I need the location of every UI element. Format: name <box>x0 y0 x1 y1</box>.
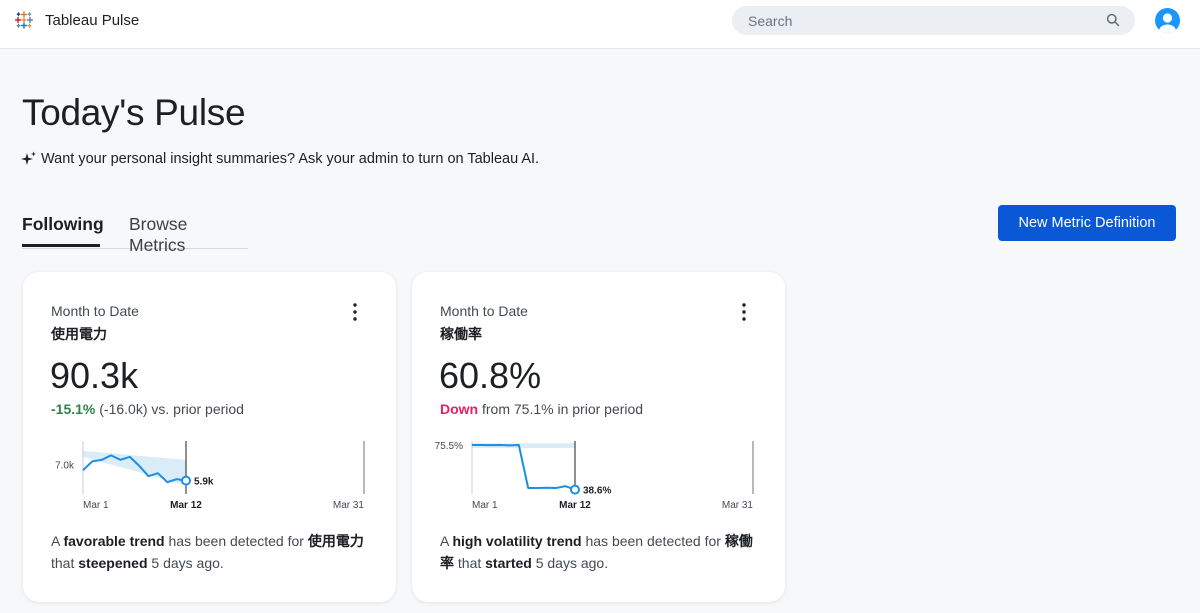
metric-change: -15.1% (-16.0k) vs. prior period <box>51 401 244 417</box>
tab-bar: Following Browse Metrics <box>22 204 248 255</box>
more-options-icon[interactable] <box>740 302 748 322</box>
metric-change: Down from 75.1% in prior period <box>440 401 643 417</box>
tableau-logo-icon[interactable] <box>15 11 33 29</box>
y-tick-label: 7.0k <box>55 460 75 471</box>
app-title[interactable]: Tableau Pulse <box>45 12 139 29</box>
change-detail: (-16.0k) vs. prior period <box>95 401 244 417</box>
metric-value: 60.8% <box>439 355 542 396</box>
sparkline-chart[interactable]: 7.0k 5.9k Mar 1 Mar 12 Mar 31 <box>23 432 396 517</box>
metric-card[interactable]: Month to Date 使用電力 90.3k -15.1% (-16.0k)… <box>23 272 396 602</box>
active-tab-indicator <box>22 244 100 247</box>
sparkle-icon <box>21 151 36 165</box>
insight-text: A favorable trend has been detected for … <box>51 533 364 571</box>
change-detail: from 75.1% in prior period <box>478 401 644 417</box>
top-bar: Tableau Pulse <box>0 0 1200 49</box>
x-tick-label: Mar 1 <box>472 500 498 511</box>
x-tick-label: Mar 12 <box>170 500 202 511</box>
current-value-label: 5.9k <box>194 477 214 488</box>
tab-browse-metrics[interactable]: Browse Metrics <box>129 214 248 256</box>
change-direction: Down <box>440 401 479 417</box>
user-avatar-icon[interactable] <box>1155 8 1180 33</box>
series-line <box>472 444 576 491</box>
expected-range-band <box>83 450 186 486</box>
ai-note-text: Want your personal insight summaries? As… <box>41 151 540 167</box>
metric-period: Month to Date <box>51 303 139 319</box>
metric-card[interactable]: Month to Date 稼働率 60.8% Down from 75.1% … <box>412 272 785 602</box>
more-options-icon[interactable] <box>351 302 359 322</box>
x-tick-label: Mar 1 <box>83 500 109 511</box>
tab-following[interactable]: Following <box>22 214 104 235</box>
y-tick-label: 75.5% <box>435 441 463 452</box>
x-tick-label: Mar 31 <box>333 500 365 511</box>
page-title: Today's Pulse <box>22 92 246 133</box>
metric-name: 使用電力 <box>51 326 107 342</box>
new-metric-definition-button[interactable]: New Metric Definition <box>998 205 1176 241</box>
metric-value: 90.3k <box>50 355 139 396</box>
sparkline-chart[interactable]: 75.5% 38.6% Mar 1 Mar 12 Mar 31 <box>412 432 785 517</box>
x-tick-label: Mar 31 <box>722 500 754 511</box>
change-percent: -15.1% <box>51 401 96 417</box>
current-value-point <box>570 484 580 495</box>
ai-note: Want your personal insight summaries? As… <box>21 151 539 167</box>
current-value-label: 38.6% <box>583 486 611 497</box>
x-tick-label: Mar 12 <box>559 500 591 511</box>
search-input[interactable] <box>732 6 1135 35</box>
metric-period: Month to Date <box>440 303 528 319</box>
metric-name: 稼働率 <box>440 326 482 342</box>
current-value-point <box>181 475 191 486</box>
insight-text: A high volatility trend has been detecte… <box>440 533 753 571</box>
search-icon[interactable] <box>1106 13 1120 27</box>
